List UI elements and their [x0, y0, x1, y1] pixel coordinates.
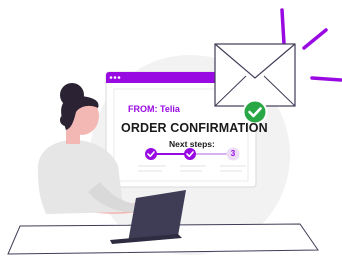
window-dot: [113, 76, 117, 79]
email-from-label: FROM: Telia: [128, 104, 180, 114]
step-3-label: 3: [230, 149, 236, 158]
order-confirmation-title: ORDER CONFIRMATION: [121, 121, 268, 135]
next-steps-label: Next steps:: [169, 139, 215, 149]
envelope-icon: [214, 43, 296, 107]
window-dot: [109, 76, 113, 79]
step-2-done: [184, 148, 196, 160]
step-1-done: [145, 148, 157, 160]
window-dot: [117, 76, 121, 79]
